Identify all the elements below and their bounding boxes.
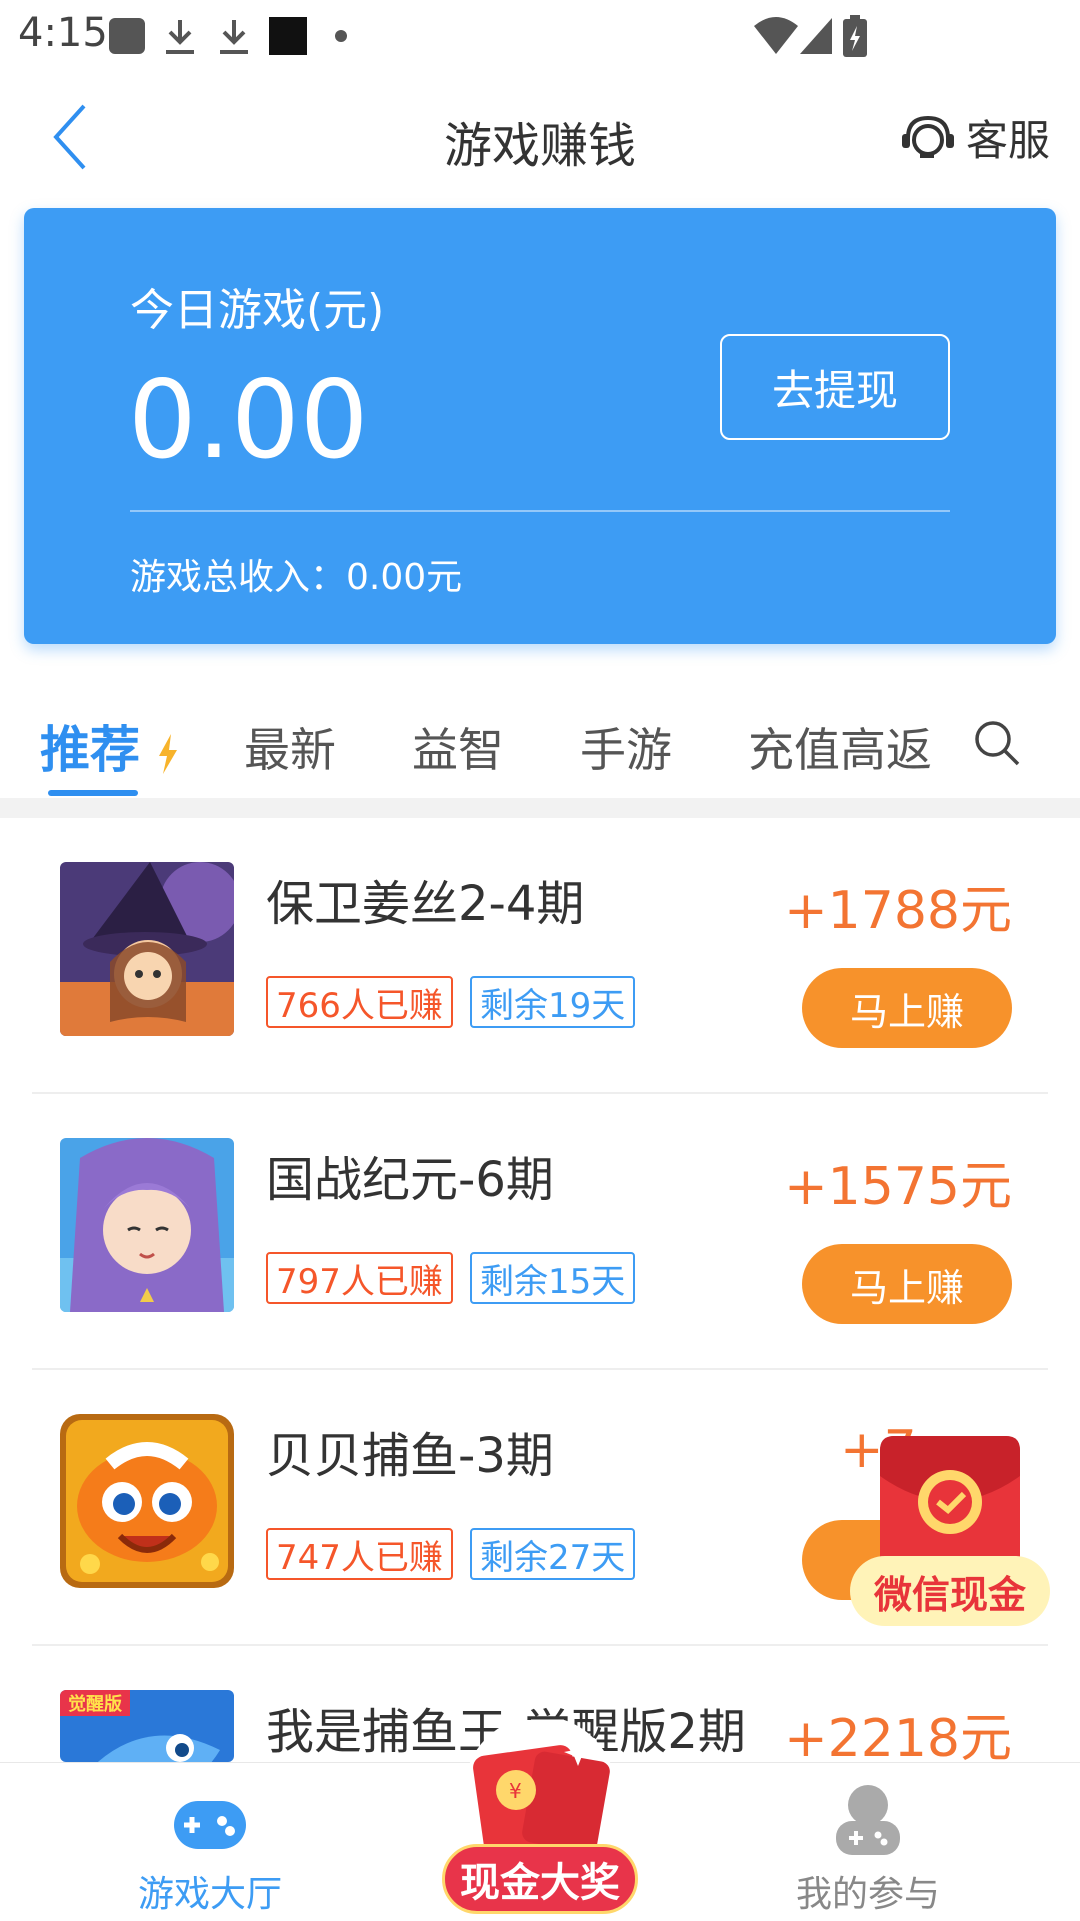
- thumbnail-tag: 觉醒版: [68, 1693, 122, 1715]
- game-thumbnail: 觉醒版: [60, 1690, 234, 1762]
- game-thumbnail: [60, 1414, 234, 1588]
- status-time: 4:15: [18, 10, 108, 56]
- signal-icon: [798, 14, 834, 58]
- search-button[interactable]: [972, 718, 1022, 779]
- app-notification-icon: [108, 14, 146, 58]
- game-list-item[interactable]: 保卫姜丝2-4期 +1788元 766人已赚 剩余19天 马上赚: [0, 818, 1080, 1094]
- red-envelope-icon: ¥: [464, 1716, 616, 1868]
- nav-label: 游戏大厅: [137, 1874, 282, 1915]
- tab-puzzle[interactable]: 益智: [412, 714, 504, 780]
- gamepad-icon: [174, 1801, 246, 1849]
- card-divider: [130, 510, 950, 512]
- app-header: 游戏赚钱 客服: [0, 72, 1080, 200]
- game-title: 贝贝捕鱼-3期: [266, 1428, 554, 1484]
- nav-label: 我的参与: [795, 1874, 940, 1915]
- svg-text:¥: ¥: [509, 1779, 522, 1803]
- active-tab-indicator: [48, 790, 138, 796]
- customer-service-label: 客服: [965, 115, 1050, 165]
- tab-recharge-rebate[interactable]: 充值高返: [748, 714, 932, 780]
- user-gamepad-icon: [836, 1785, 900, 1855]
- earn-now-button[interactable]: 马上赚: [802, 968, 1012, 1048]
- headset-icon: [901, 115, 954, 158]
- tab-latest[interactable]: 最新: [244, 714, 336, 780]
- download-icon: [216, 14, 252, 58]
- earned-count-badge: 766人已赚: [266, 976, 453, 1028]
- withdraw-button[interactable]: 去提现: [720, 334, 950, 440]
- total-income-text: 游戏总收入：0.00元: [130, 557, 463, 598]
- earn-now-button[interactable]: 马上赚: [802, 1244, 1012, 1324]
- search-icon: [975, 721, 1020, 766]
- tab-label: 推荐: [40, 721, 140, 779]
- customer-service-button[interactable]: 客服: [900, 102, 1050, 172]
- cash-prize-button[interactable]: ¥ 现金大奖: [438, 1716, 642, 1920]
- game-reward: +1788元: [784, 881, 1012, 941]
- game-thumbnail: [60, 862, 234, 1036]
- wechat-cash-label: 微信现金: [850, 1556, 1050, 1626]
- app-notification-icon: [268, 14, 308, 58]
- days-remaining-badge: 剩余15天: [470, 1252, 636, 1304]
- nav-game-lobby[interactable]: 游戏大厅: [110, 1763, 310, 1921]
- today-earnings-amount: 0.00: [128, 358, 369, 483]
- download-icon: [162, 14, 198, 58]
- game-title: 保卫姜丝2-4期: [266, 876, 585, 932]
- earned-count-badge: 747人已赚: [266, 1528, 453, 1580]
- game-list-item[interactable]: 国战纪元-6期 +1575元 797人已赚 剩余15天 马上赚: [0, 1094, 1080, 1370]
- today-earnings-label: 今日游戏(元): [130, 285, 385, 336]
- battery-icon: [842, 14, 868, 58]
- status-bar: 4:15: [0, 0, 1080, 72]
- wechat-cash-promo[interactable]: 微信现金: [850, 1436, 1050, 1636]
- game-reward: +2218元: [784, 1709, 1012, 1762]
- days-remaining-badge: 剩余27天: [470, 1528, 636, 1580]
- cash-prize-label: 现金大奖: [442, 1844, 638, 1914]
- tab-mobile-games[interactable]: 手游: [580, 714, 672, 780]
- game-thumbnail: [60, 1138, 234, 1312]
- tab-recommended[interactable]: 推荐: [40, 710, 179, 782]
- lightning-icon: [159, 733, 178, 774]
- section-divider: [0, 798, 1080, 818]
- earned-count-badge: 797人已赚: [266, 1252, 453, 1304]
- more-dot-icon: [334, 14, 348, 58]
- earnings-card: 今日游戏(元) 0.00 去提现 游戏总收入：0.00元: [24, 208, 1056, 644]
- game-reward: +1575元: [784, 1157, 1012, 1217]
- nav-my-participation[interactable]: 我的参与: [768, 1763, 968, 1921]
- days-remaining-badge: 剩余19天: [470, 976, 636, 1028]
- wifi-icon: [752, 14, 800, 58]
- game-title: 国战纪元-6期: [266, 1152, 554, 1208]
- category-tabs: 推荐 最新 益智 手游 充值高返: [0, 690, 1080, 800]
